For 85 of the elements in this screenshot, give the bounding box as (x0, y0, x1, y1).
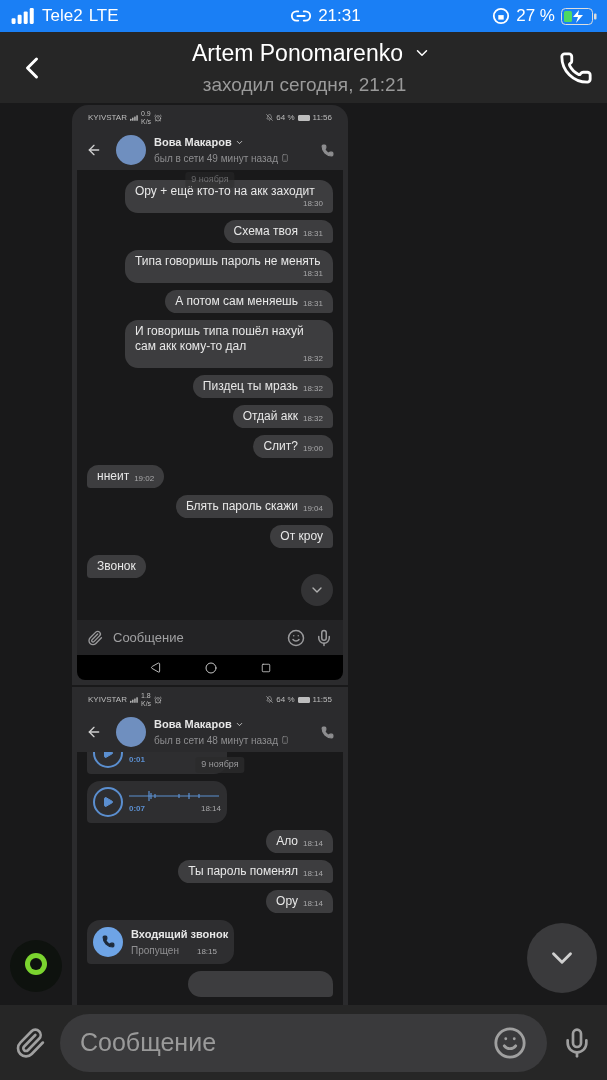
carrier-label: Tele2 (42, 5, 83, 28)
message-time: 18:31 (302, 299, 323, 309)
attach-icon[interactable] (87, 629, 103, 646)
play-button[interactable] (93, 787, 123, 817)
battery-icon (297, 696, 310, 703)
message-text: Ты пароль поменял (188, 864, 298, 879)
message-text: Типа говоришь пароль не менять (135, 254, 321, 269)
avatar (116, 717, 146, 747)
clock-label: 21:31 (318, 5, 361, 28)
mic-icon[interactable] (315, 628, 333, 647)
contact-name: Вова Макаров (154, 717, 232, 733)
chat-title[interactable]: Artem Ponomarenko (192, 36, 403, 71)
message-time: 18:32 (302, 384, 323, 394)
message-placeholder: Сообщение (80, 1026, 218, 1058)
carrier-label: KYIVSTAR (88, 693, 127, 706)
message-text: Ору (276, 894, 298, 909)
call-title: Входящий звонок (131, 927, 229, 942)
message-time: 19:02 (134, 474, 155, 484)
back-icon[interactable] (86, 724, 102, 740)
message-text: ннеит (97, 469, 130, 484)
battery-label: 27 % (516, 5, 555, 28)
play-icon (102, 796, 114, 808)
emoji-icon[interactable] (493, 1025, 527, 1060)
message-text: Пиздец ты мразь (202, 379, 298, 394)
message-text: Блять пароль скажи (185, 499, 298, 514)
battery-icon (297, 114, 310, 121)
battery-label: 64 % (276, 111, 295, 124)
phone-icon (101, 935, 115, 949)
message-time: 18:14 (302, 839, 323, 849)
message-time: 18:31 (302, 269, 323, 279)
alarm-icon (154, 695, 163, 704)
message-time: 18:14 (302, 899, 323, 909)
chat-subtitle: заходил сегодня, 21:21 (202, 72, 407, 97)
message-text: Звонок (97, 559, 136, 574)
avatar-icon (10, 940, 62, 992)
rotation-lock-icon (492, 7, 511, 25)
message-time: 19:00 (302, 444, 323, 454)
message-text: А потом сам меняешь (175, 294, 298, 309)
attach-icon[interactable] (14, 1026, 46, 1059)
recents-nav-icon[interactable] (260, 662, 271, 673)
message-text: Отдай акк (242, 409, 298, 424)
phone-device-icon (281, 736, 289, 745)
date-chip: 9 ноября (195, 757, 245, 773)
presence-status: был в сети 48 минут назад (154, 733, 278, 748)
message-time: 19:04 (302, 504, 323, 514)
voice-duration: 0:01 (129, 754, 145, 766)
carrier-label: KYIVSTAR (88, 111, 127, 124)
back-nav-icon[interactable] (149, 662, 161, 673)
clock-label: 11:56 (312, 111, 332, 124)
clock-label: 11:55 (312, 693, 332, 706)
network-label: LTE (88, 5, 119, 28)
call-status: Пропущен (131, 943, 179, 958)
message-time: 18:32 (302, 414, 323, 424)
message-time: 18:32 (302, 354, 323, 364)
message-time: 18:30 (302, 199, 323, 209)
battery-charging-icon (561, 7, 597, 25)
message-time: 18:31 (302, 229, 323, 239)
message-time: 18:14 (200, 803, 221, 815)
message-time: 18:14 (302, 869, 323, 879)
voice-duration: 0:07 (129, 803, 145, 815)
mute-icon (266, 114, 274, 121)
scroll-down-button[interactable] (301, 574, 333, 606)
signal-icon (130, 696, 138, 703)
message-text: Схема твоя (233, 224, 298, 239)
signal-icon (130, 114, 138, 121)
message-time: 18:15 (196, 945, 217, 958)
message-text: И говоришь типа пошёл нахуй сам акк кому-то дал (135, 324, 305, 354)
alarm-icon (154, 113, 163, 122)
back-icon[interactable] (86, 142, 102, 158)
mute-icon (266, 696, 274, 703)
phone-device-icon (281, 154, 289, 163)
contact-name: Вова Макаров (154, 135, 232, 151)
home-nav-icon[interactable] (204, 661, 217, 674)
message-text: Ало (276, 834, 298, 849)
message-text: Слит? (263, 439, 298, 454)
battery-label: 64 % (276, 693, 295, 706)
waveform-icon (129, 789, 219, 803)
signal-icon (10, 8, 36, 24)
chevron-down-icon[interactable] (234, 720, 244, 729)
avatar (116, 135, 146, 165)
message-input[interactable]: Сообщение (60, 1013, 547, 1072)
emoji-icon[interactable] (287, 628, 305, 647)
chevron-down-icon[interactable] (234, 138, 244, 147)
message-text: От кроу (280, 529, 323, 544)
presence-status: был в сети 49 минут назад (154, 151, 278, 166)
